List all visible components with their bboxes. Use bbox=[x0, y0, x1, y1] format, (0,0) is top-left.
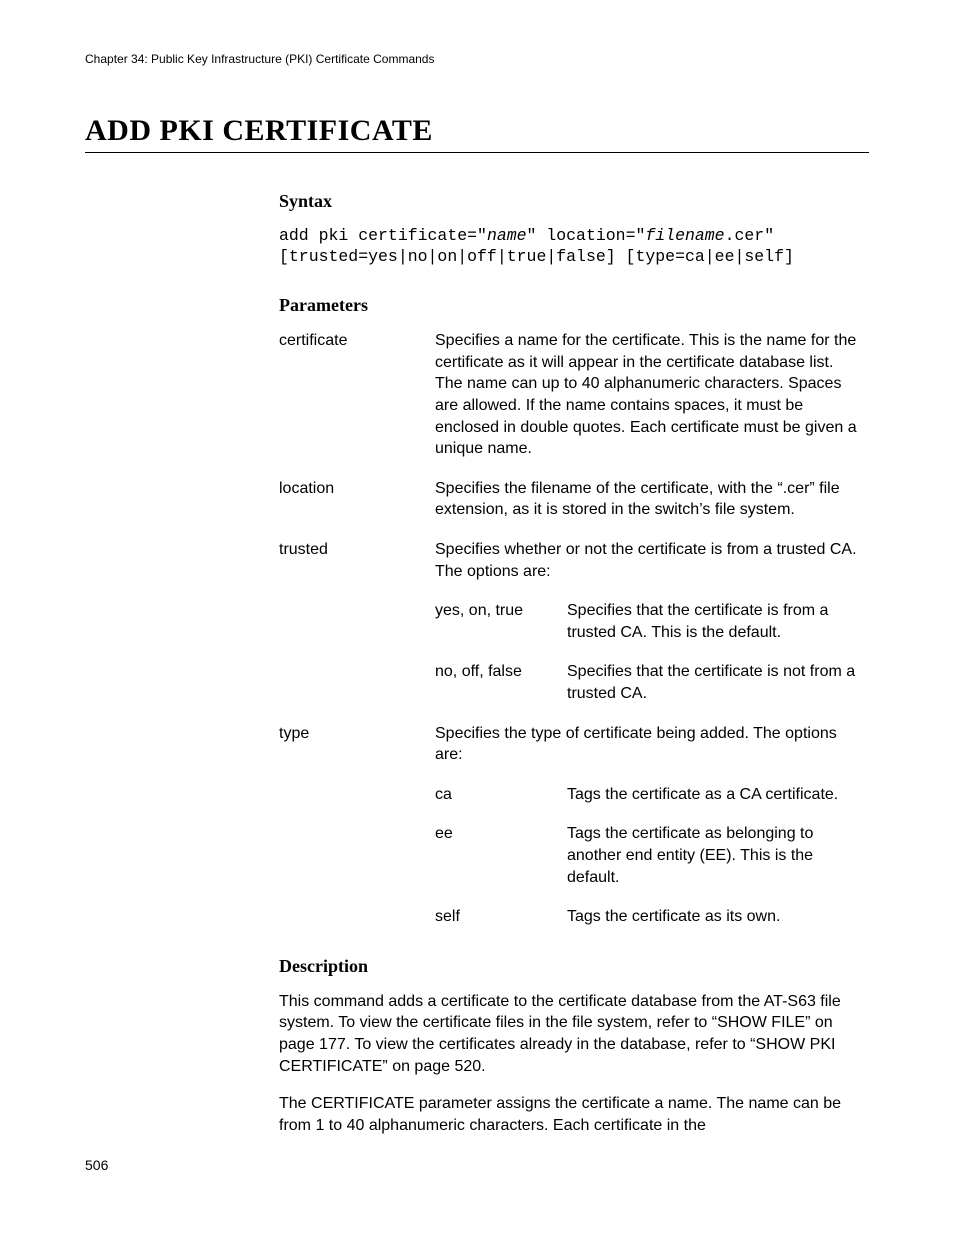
description-paragraph: The CERTIFICATE parameter assigns the ce… bbox=[279, 1093, 863, 1136]
option-desc: Specifies that the certificate is not fr… bbox=[567, 661, 863, 704]
syntax-text: [trusted=yes|no|on|off|true|false] [type… bbox=[279, 247, 794, 266]
syntax-name-var: name bbox=[487, 226, 527, 245]
param-desc: Specifies a name for the certificate. Th… bbox=[435, 330, 863, 460]
option-name: ca bbox=[435, 784, 567, 806]
option-name: self bbox=[435, 906, 567, 928]
option-name: yes, on, true bbox=[435, 600, 567, 622]
option-row-type-ca: ca Tags the certificate as a CA certific… bbox=[279, 784, 863, 806]
option-row-trusted-yes: yes, on, true Specifies that the certifi… bbox=[279, 600, 863, 643]
running-header: Chapter 34: Public Key Infrastructure (P… bbox=[85, 52, 869, 66]
param-row-location: location Specifies the filename of the c… bbox=[279, 478, 863, 521]
syntax-text: " location=" bbox=[527, 226, 646, 245]
param-desc: Specifies the type of certificate being … bbox=[435, 723, 863, 766]
option-row-trusted-no: no, off, false Specifies that the certif… bbox=[279, 661, 863, 704]
option-row-type-self: self Tags the certificate as its own. bbox=[279, 906, 863, 928]
option-name: ee bbox=[435, 823, 567, 845]
param-row-trusted: trusted Specifies whether or not the cer… bbox=[279, 539, 863, 582]
option-row-type-ee: ee Tags the certificate as belonging to … bbox=[279, 823, 863, 888]
param-row-certificate: certificate Specifies a name for the cer… bbox=[279, 330, 863, 460]
option-desc: Tags the certificate as a CA certificate… bbox=[567, 784, 863, 806]
param-desc: Specifies whether or not the certificate… bbox=[435, 539, 863, 582]
param-name: type bbox=[279, 723, 435, 745]
syntax-filename-var: filename bbox=[645, 226, 724, 245]
option-desc: Tags the certificate as belonging to ano… bbox=[567, 823, 863, 888]
param-name: trusted bbox=[279, 539, 435, 561]
syntax-text: .cer" bbox=[725, 226, 775, 245]
parameters-heading: Parameters bbox=[279, 295, 863, 316]
page-title: ADD PKI CERTIFICATE bbox=[85, 114, 869, 153]
syntax-block: add pki certificate="name" location="fil… bbox=[279, 226, 863, 267]
syntax-heading: Syntax bbox=[279, 191, 863, 212]
syntax-text: add pki certificate=" bbox=[279, 226, 487, 245]
option-desc: Tags the certificate as its own. bbox=[567, 906, 863, 928]
param-name: certificate bbox=[279, 330, 435, 352]
param-name: location bbox=[279, 478, 435, 500]
param-row-type: type Specifies the type of certificate b… bbox=[279, 723, 863, 766]
param-desc: Specifies the filename of the certificat… bbox=[435, 478, 863, 521]
option-name: no, off, false bbox=[435, 661, 567, 683]
option-desc: Specifies that the certificate is from a… bbox=[567, 600, 863, 643]
description-paragraph: This command adds a certificate to the c… bbox=[279, 991, 863, 1077]
page-number: 506 bbox=[85, 1157, 108, 1173]
description-heading: Description bbox=[279, 956, 863, 977]
